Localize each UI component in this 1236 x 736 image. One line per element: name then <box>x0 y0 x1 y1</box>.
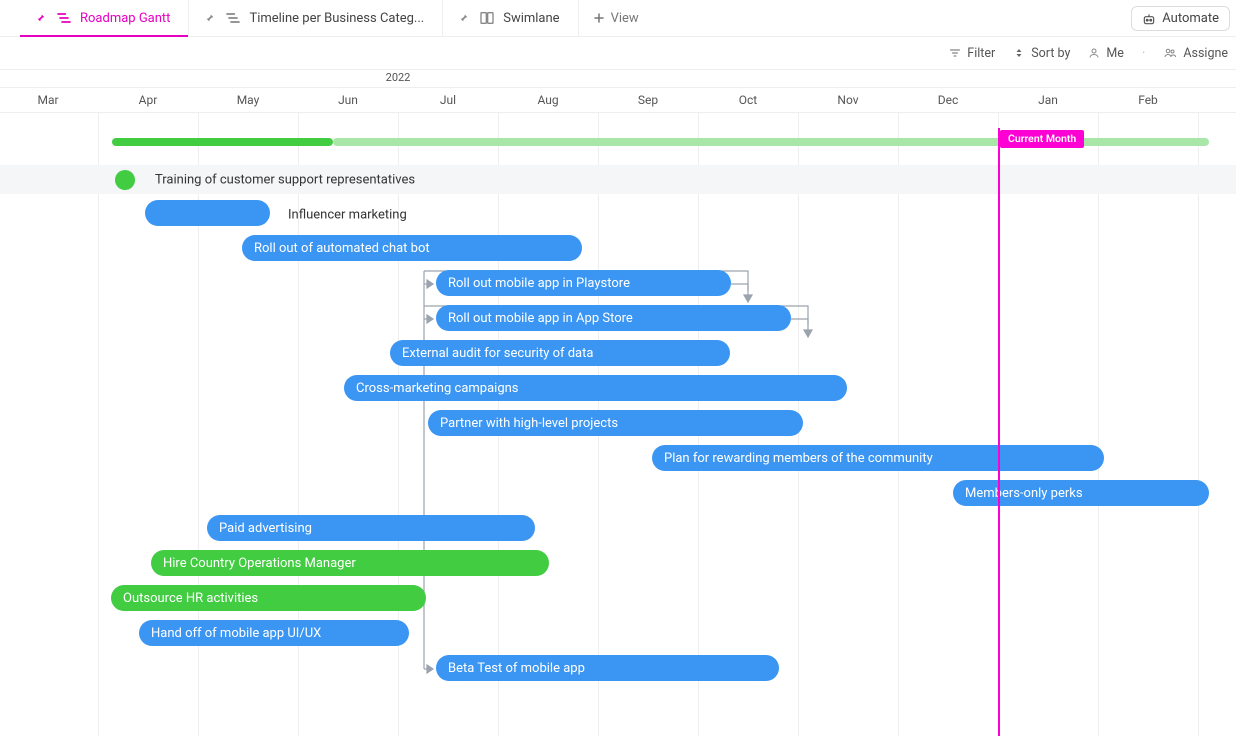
task-bar[interactable]: Beta Test of mobile app <box>436 655 779 681</box>
task-label: Paid advertising <box>219 521 312 536</box>
month-label: Sep <box>638 93 658 107</box>
task-label: Cross-marketing campaigns <box>356 381 519 396</box>
current-month-badge: Current Month <box>1000 130 1084 148</box>
task-label: Partner with high-level projects <box>440 416 618 431</box>
gantt-icon <box>56 10 72 26</box>
automate-button[interactable]: Automate <box>1131 6 1230 31</box>
task-bar[interactable]: Roll out of automated chat bot <box>242 235 582 261</box>
task-row: Roll out mobile app in App Store <box>0 305 1236 334</box>
plus-icon <box>593 12 605 24</box>
task-row: Cross-marketing campaigns <box>0 375 1236 404</box>
task-label: Hire Country Operations Manager <box>163 556 356 571</box>
tab-swimlane[interactable]: Swimlane <box>443 0 578 36</box>
sort-button[interactable]: Sort by <box>1013 46 1070 61</box>
filter-button[interactable]: Filter <box>949 46 995 61</box>
people-icon <box>1163 47 1177 59</box>
me-button[interactable]: Me <box>1088 46 1124 61</box>
month-label: Apr <box>139 93 158 107</box>
tab-roadmap-gantt[interactable]: Roadmap Gantt <box>20 0 189 36</box>
task-bar[interactable]: Hand off of mobile app UI/UX <box>139 620 409 646</box>
toolbar-right: Automate <box>1131 0 1236 37</box>
task-label: Roll out mobile app in App Store <box>448 311 633 326</box>
task-row: Members-only perks <box>0 480 1236 509</box>
task-bar[interactable]: Plan for rewarding members of the commun… <box>652 445 1104 471</box>
task-bar[interactable]: Roll out mobile app in Playstore <box>436 270 731 296</box>
month-label: May <box>237 93 260 107</box>
task-bar[interactable]: Roll out mobile app in App Store <box>436 305 791 331</box>
task-row: Roll out mobile app in Playstore <box>0 270 1236 299</box>
task-label: Beta Test of mobile app <box>448 661 585 676</box>
tab-label: Roadmap Gantt <box>80 11 170 26</box>
task-row: Hire Country Operations Manager <box>0 550 1236 579</box>
task-row: Training of customer support representat… <box>0 165 1236 194</box>
task-row: Influencer marketing <box>0 200 1236 229</box>
task-label: Roll out of automated chat bot <box>254 241 430 256</box>
filter-label: Filter <box>967 46 995 61</box>
task-bar[interactable]: External audit for security of data <box>390 340 730 366</box>
me-label: Me <box>1106 46 1124 61</box>
task-row: Partner with high-level projects <box>0 410 1236 439</box>
gantt-icon <box>225 10 241 26</box>
task-label[interactable]: Influencer marketing <box>288 207 407 222</box>
task-bar[interactable]: Members-only perks <box>953 480 1209 506</box>
tab-label: Timeline per Business Categ... <box>249 11 424 26</box>
year-label: 2022 <box>386 71 411 84</box>
filter-row: Filter Sort by Me · Assigne <box>0 37 1236 70</box>
add-view-label: View <box>611 11 639 26</box>
month-label: Feb <box>1138 93 1158 107</box>
task-bar[interactable] <box>145 200 270 226</box>
task-bar[interactable]: Partner with high-level projects <box>428 410 803 436</box>
task-row: Hand off of mobile app UI/UX <box>0 620 1236 649</box>
pin-icon <box>457 11 471 25</box>
task-row: Paid advertising <box>0 515 1236 544</box>
milestone-dot[interactable] <box>115 170 135 190</box>
task-bar[interactable]: Paid advertising <box>207 515 535 541</box>
year-header: 2022 <box>0 70 1236 88</box>
assignee-button[interactable]: Assigne <box>1163 46 1228 61</box>
task-row: External audit for security of data <box>0 340 1236 369</box>
task-bar[interactable]: Outsource HR activities <box>111 585 426 611</box>
task-label: Plan for rewarding members of the commun… <box>664 451 933 466</box>
month-label: Jul <box>440 93 456 107</box>
pin-icon <box>34 11 48 25</box>
task-row: Roll out of automated chat bot <box>0 235 1236 264</box>
robot-icon <box>1142 12 1156 26</box>
gantt-chart[interactable]: Current Month <box>0 113 1236 736</box>
task-label: Outsource HR activities <box>123 591 258 606</box>
summary-segment <box>112 138 333 146</box>
month-label: Jun <box>338 93 358 107</box>
separator-dot: · <box>1142 46 1145 61</box>
task-row: Beta Test of mobile app <box>0 655 1236 684</box>
swimlane-icon <box>479 10 495 26</box>
assignee-label: Assigne <box>1183 46 1228 61</box>
task-label: Hand off of mobile app UI/UX <box>151 626 321 641</box>
task-bar[interactable]: Hire Country Operations Manager <box>151 550 549 576</box>
month-label: Nov <box>837 93 858 107</box>
sort-icon <box>1013 47 1025 59</box>
pin-icon <box>203 11 217 25</box>
month-label: Jan <box>1038 93 1058 107</box>
add-view-button[interactable]: View <box>579 11 653 26</box>
month-label: Oct <box>739 93 757 107</box>
person-icon <box>1088 47 1100 59</box>
task-bar[interactable]: Cross-marketing campaigns <box>344 375 847 401</box>
month-label: Dec <box>938 93 959 107</box>
filter-icon <box>949 47 961 59</box>
month-header: Mar Apr May Jun Jul Aug Sep Oct Nov Dec … <box>0 88 1236 113</box>
task-row: Outsource HR activities <box>0 585 1236 614</box>
automate-label: Automate <box>1162 11 1219 26</box>
tab-timeline-business[interactable]: Timeline per Business Categ... <box>189 0 443 36</box>
task-label: Roll out mobile app in Playstore <box>448 276 630 291</box>
current-month-line <box>998 128 1000 736</box>
month-label: Mar <box>37 93 58 107</box>
task-label[interactable]: Training of customer support representat… <box>155 172 415 187</box>
task-row: Plan for rewarding members of the commun… <box>0 445 1236 474</box>
tab-label: Swimlane <box>503 11 559 26</box>
month-label: Aug <box>537 93 558 107</box>
sort-label: Sort by <box>1031 46 1070 61</box>
view-tabs: Roadmap Gantt Timeline per Business Cate… <box>0 0 1236 37</box>
task-label: Members-only perks <box>965 486 1083 501</box>
task-label: External audit for security of data <box>402 346 593 361</box>
